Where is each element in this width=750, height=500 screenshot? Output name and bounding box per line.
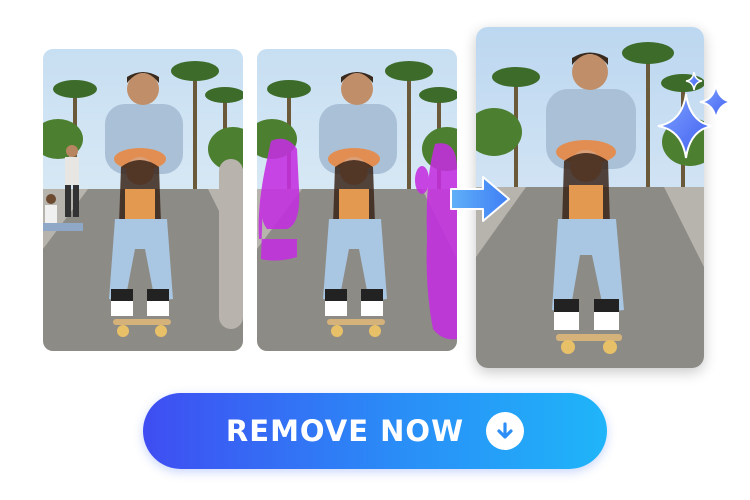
arrow-right-icon (450, 176, 510, 222)
remove-now-button[interactable]: REMOVE NOW (143, 393, 607, 469)
download-arrow-icon (486, 412, 525, 450)
masked-photo-panel (257, 49, 457, 351)
original-photo (43, 49, 243, 351)
original-photo-panel (43, 49, 243, 351)
sparkle-icon (657, 71, 733, 159)
remove-now-label: REMOVE NOW (225, 414, 465, 448)
masked-photo (257, 49, 457, 351)
